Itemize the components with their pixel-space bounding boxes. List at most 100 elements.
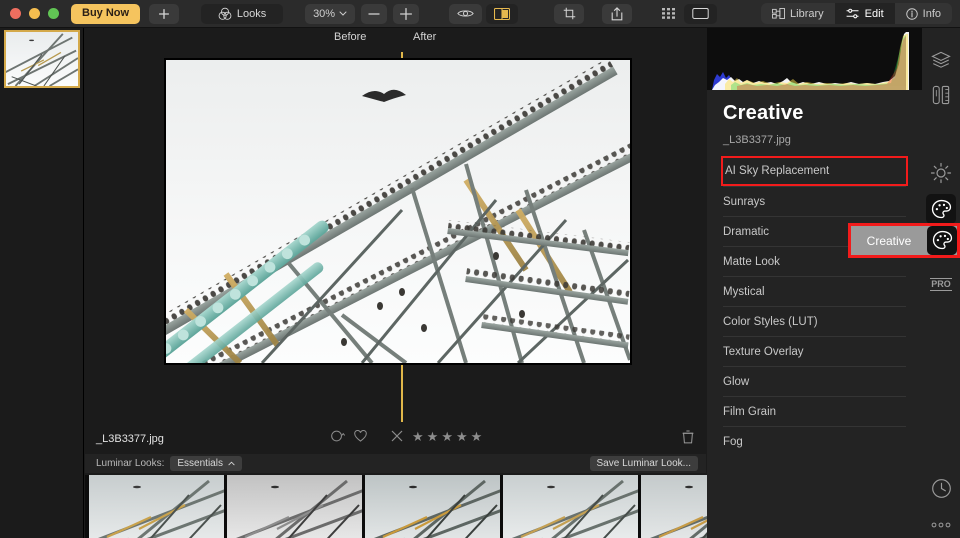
- filter-glow[interactable]: Glow: [723, 366, 906, 396]
- editor-canvas-area: Before After _L3B3377.jpg ★ ★ ★ ★ ★ Lumi…: [85, 28, 776, 538]
- filter-label: Sunrays: [723, 195, 766, 208]
- buy-now-button[interactable]: Buy Now: [71, 3, 141, 24]
- maximize-window-button[interactable]: [48, 8, 59, 19]
- eye-icon: [457, 10, 474, 17]
- sidebar-thumbnail-selected[interactable]: [4, 30, 80, 88]
- filter-label: Texture Overlay: [723, 345, 804, 358]
- sliders-icon: [846, 8, 859, 19]
- image-canvas[interactable]: [164, 58, 632, 365]
- history-clock-icon[interactable]: [929, 476, 953, 500]
- star-3[interactable]: ★: [441, 429, 453, 445]
- tab-edit-label: Edit: [864, 7, 884, 20]
- looks-collection-value: Essentials: [177, 458, 223, 469]
- creative-tooltip[interactable]: Creative: [848, 223, 960, 258]
- preset-item[interactable]: Contrast Enhancer: [365, 475, 500, 538]
- share-button[interactable]: [602, 3, 633, 24]
- share-icon: [611, 6, 623, 20]
- looks-button[interactable]: Looks: [201, 3, 284, 24]
- window-controls: [0, 8, 59, 19]
- grid-view-button[interactable]: [654, 4, 684, 24]
- pro-label: PRO: [930, 277, 952, 291]
- edited-photo: [166, 60, 630, 363]
- palette-creative-icon[interactable]: [926, 194, 956, 224]
- crop-button[interactable]: [554, 3, 585, 24]
- filter-list: AI Sky Replacement Sunrays Dramatic Matt…: [707, 156, 922, 456]
- tools-icon[interactable]: [929, 83, 953, 107]
- preset-item[interactable]: Haze Removal: [503, 475, 638, 538]
- preset-thumbnail: [89, 475, 224, 538]
- filter-fog[interactable]: Fog: [723, 426, 906, 456]
- plus-icon: [400, 7, 413, 20]
- looks-collection-select[interactable]: Essentials: [170, 456, 242, 471]
- palette-icon[interactable]: [927, 226, 957, 255]
- star-5[interactable]: ★: [471, 429, 483, 445]
- plus-icon: [159, 8, 170, 19]
- tab-info[interactable]: Info: [895, 3, 952, 24]
- filter-label: Glow: [723, 375, 750, 388]
- after-label: After: [413, 31, 437, 43]
- zoom-level-value: 30%: [313, 7, 336, 20]
- preset-filmstrip: AI Image Enhancer Classic B&W: [85, 475, 776, 538]
- zoom-in-button[interactable]: [393, 3, 420, 24]
- minimize-window-button[interactable]: [29, 8, 40, 19]
- luminar-looks-bar: Luminar Looks: Essentials Save Luminar L…: [85, 454, 706, 473]
- filter-ai-sky-replacement[interactable]: AI Sky Replacement: [721, 156, 908, 186]
- single-view-icon: [692, 8, 709, 19]
- trash-icon[interactable]: [682, 430, 694, 447]
- preset-thumbnail: [503, 475, 638, 538]
- filter-mystical[interactable]: Mystical: [723, 276, 906, 306]
- tab-info-label: Info: [922, 7, 941, 20]
- preview-toggle-button[interactable]: [449, 3, 483, 24]
- tab-edit[interactable]: Edit: [834, 3, 895, 24]
- sun-essentials-icon[interactable]: [929, 161, 953, 185]
- filter-color-styles-lut[interactable]: Color Styles (LUT): [723, 306, 906, 336]
- preset-item[interactable]: AI Image Enhancer: [89, 475, 224, 538]
- chevron-up-icon: [228, 461, 235, 466]
- filter-sunrays[interactable]: Sunrays: [723, 186, 906, 216]
- chevron-down-icon: [339, 11, 347, 16]
- before-label: Before: [334, 31, 367, 43]
- photo-filename: _L3B3377.jpg: [96, 433, 164, 445]
- luminar-looks-label: Luminar Looks:: [96, 458, 165, 469]
- left-filmstrip-sidebar: [0, 28, 84, 538]
- looks-circles-icon: [218, 7, 232, 20]
- star-2[interactable]: ★: [427, 429, 439, 445]
- histogram: [707, 28, 922, 90]
- zoom-controls: 30%: [305, 3, 420, 24]
- star-rating[interactable]: ★ ★ ★ ★ ★: [412, 429, 482, 445]
- filter-film-grain[interactable]: Film Grain: [723, 396, 906, 426]
- reject-x-icon[interactable]: [391, 430, 403, 445]
- mode-tabs: Library Edit Info: [761, 3, 952, 24]
- add-button[interactable]: [149, 3, 180, 24]
- luminar-app-window: Buy Now Looks 30% Library Edit Info Befo…: [0, 0, 960, 538]
- single-view-button[interactable]: [684, 3, 718, 24]
- pro-icon[interactable]: PRO: [929, 272, 953, 296]
- save-luminar-look-button[interactable]: Save Luminar Look...: [589, 456, 698, 471]
- photo-info-row: _L3B3377.jpg ★ ★ ★ ★ ★: [85, 426, 706, 452]
- filter-label: Dramatic: [723, 225, 770, 238]
- close-window-button[interactable]: [10, 8, 21, 19]
- star-1[interactable]: ★: [412, 429, 424, 445]
- filter-panel-body: Creative _L3B3377.jpg AI Sky Replacement…: [707, 90, 922, 456]
- preset-thumbnail: [227, 475, 362, 538]
- favorite-heart-icon[interactable]: [354, 429, 367, 445]
- star-4[interactable]: ★: [456, 429, 468, 445]
- photo-rating-controls: ★ ★ ★ ★ ★: [330, 429, 482, 445]
- zoom-out-button[interactable]: [361, 3, 388, 24]
- filter-category-rail: PRO: [922, 28, 960, 538]
- layers-icon[interactable]: [929, 48, 953, 72]
- preset-item[interactable]: Classic B&W: [227, 475, 362, 538]
- creative-tooltip-label: Creative: [866, 233, 912, 248]
- tab-library[interactable]: Library: [761, 3, 835, 24]
- looks-label: Looks: [236, 7, 267, 20]
- zoom-level-select[interactable]: 30%: [305, 3, 356, 24]
- info-icon: [905, 7, 918, 20]
- filter-label: Mystical: [723, 285, 765, 298]
- panel-filename: _L3B3377.jpg: [723, 134, 791, 146]
- compare-split-button[interactable]: [486, 3, 519, 24]
- library-icon: [772, 8, 785, 19]
- minus-icon: [368, 12, 380, 15]
- more-options-icon[interactable]: [929, 513, 953, 537]
- color-label-icon[interactable]: [330, 430, 346, 445]
- filter-texture-overlay[interactable]: Texture Overlay: [723, 336, 906, 366]
